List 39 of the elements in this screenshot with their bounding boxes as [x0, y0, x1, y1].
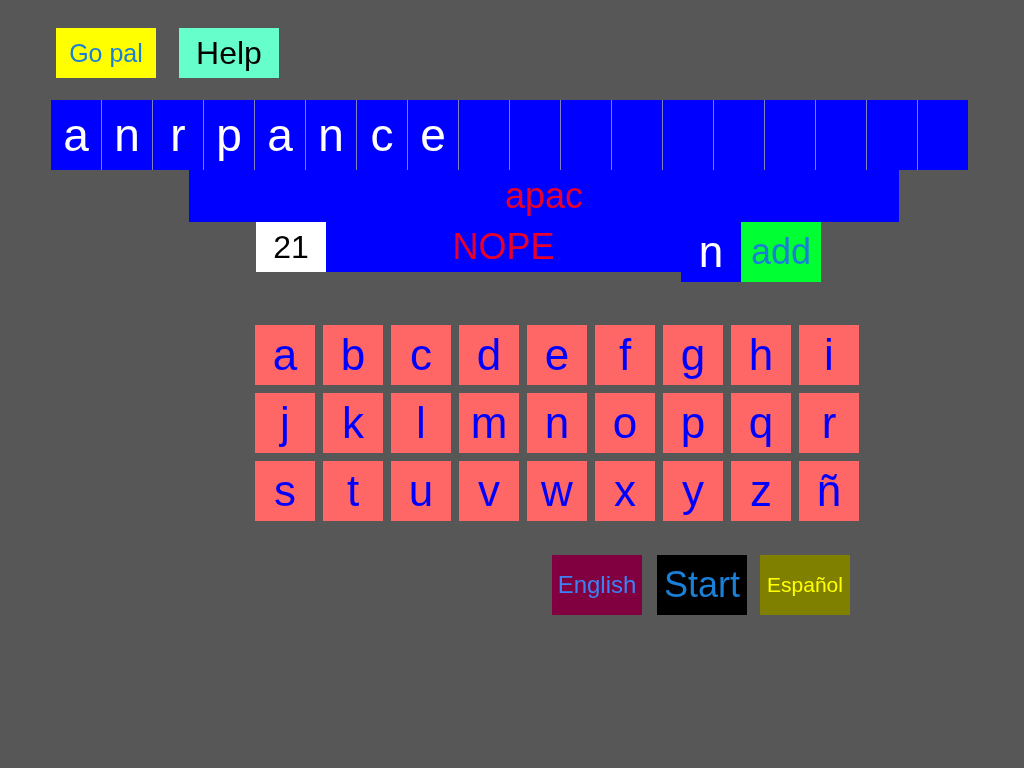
letter-key[interactable]: c	[391, 325, 451, 385]
letter-key[interactable]: a	[255, 325, 315, 385]
letter-key[interactable]: l	[391, 393, 451, 453]
letter-key[interactable]: z	[731, 461, 791, 521]
go-pal-button[interactable]: Go pal	[56, 28, 156, 78]
letter-key[interactable]: x	[595, 461, 655, 521]
letter-key[interactable]: s	[255, 461, 315, 521]
letter-key[interactable]: i	[799, 325, 859, 385]
selected-letter: n	[681, 222, 741, 282]
letter-key[interactable]: ñ	[799, 461, 859, 521]
letter-key[interactable]: v	[459, 461, 519, 521]
message: NOPE	[326, 222, 681, 272]
letter-key[interactable]: r	[799, 393, 859, 453]
letter-key[interactable]: n	[527, 393, 587, 453]
letter-key[interactable]: t	[323, 461, 383, 521]
letter-key[interactable]: o	[595, 393, 655, 453]
letter-key[interactable]: w	[527, 461, 587, 521]
score: 21	[256, 222, 326, 272]
letter-key[interactable]: u	[391, 461, 451, 521]
spanish-button[interactable]: Español	[760, 555, 850, 615]
letter-key[interactable]: g	[663, 325, 723, 385]
letter-key[interactable]: b	[323, 325, 383, 385]
letter-key[interactable]: m	[459, 393, 519, 453]
letter-key[interactable]: q	[731, 393, 791, 453]
letter-key[interactable]: e	[527, 325, 587, 385]
letter-key[interactable]: h	[731, 325, 791, 385]
letter-key[interactable]: d	[459, 325, 519, 385]
letter-key[interactable]: p	[663, 393, 723, 453]
letter-key[interactable]: k	[323, 393, 383, 453]
letter-slot: a	[51, 100, 101, 170]
letter-slot: n	[101, 100, 152, 170]
letter-key[interactable]: j	[255, 393, 315, 453]
help-button[interactable]: Help	[179, 28, 279, 78]
add-button[interactable]: add	[741, 222, 821, 282]
letter-key[interactable]: y	[663, 461, 723, 521]
current-word: apac	[189, 170, 899, 222]
letter-key[interactable]: f	[595, 325, 655, 385]
start-button[interactable]: Start	[657, 555, 747, 615]
english-button[interactable]: English	[552, 555, 642, 615]
